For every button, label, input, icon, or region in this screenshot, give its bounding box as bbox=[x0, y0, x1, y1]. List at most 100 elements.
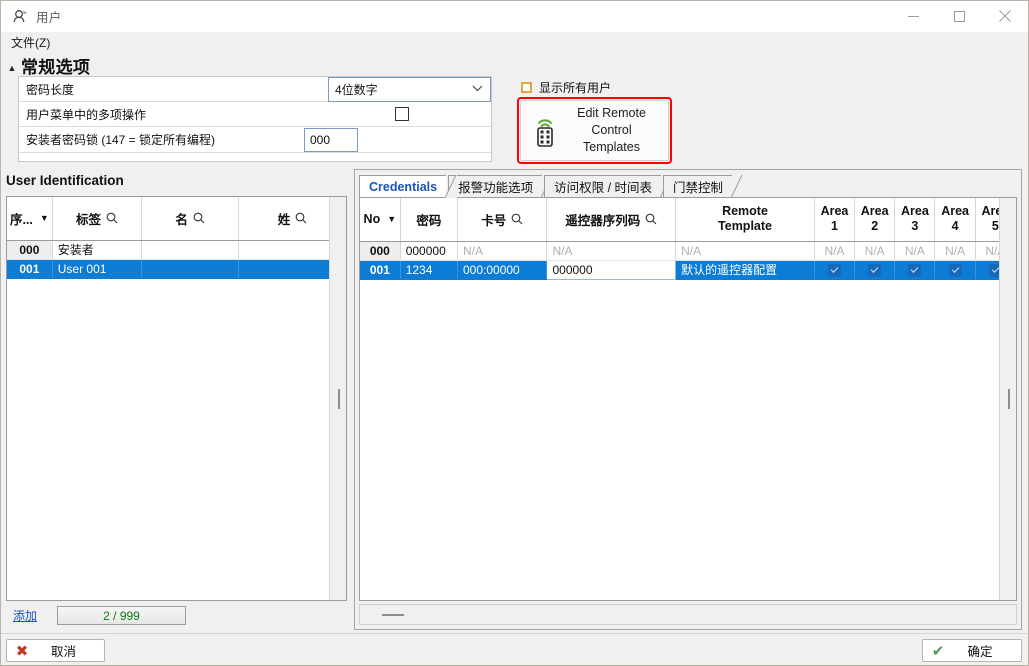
search-icon[interactable] bbox=[511, 213, 523, 225]
cell-firstname[interactable] bbox=[141, 259, 240, 279]
column-label: 遥控器序列码 bbox=[565, 213, 641, 228]
column-header-remote-template[interactable]: Remote Template bbox=[675, 198, 815, 242]
chevron-down-icon[interactable] bbox=[472, 84, 483, 94]
password-length-value: 4位数字 bbox=[335, 82, 378, 97]
password-length-select[interactable]: 4位数字 bbox=[328, 76, 491, 102]
cell-index: 000 bbox=[7, 240, 53, 260]
cell-area-3[interactable]: N/A bbox=[894, 241, 936, 261]
column-header-password[interactable]: 密码 bbox=[400, 198, 459, 242]
erc-line-3: Templates bbox=[583, 140, 640, 154]
show-all-users-row[interactable]: 显示所有用户 bbox=[521, 79, 611, 96]
column-header-area-4[interactable]: Area 4 bbox=[934, 198, 976, 242]
tab-slant bbox=[445, 175, 458, 198]
window-controls bbox=[890, 1, 1028, 32]
search-icon[interactable] bbox=[645, 213, 657, 225]
cell-firstname[interactable] bbox=[141, 240, 240, 260]
cell-password[interactable]: 1234 bbox=[400, 260, 459, 280]
close-button[interactable] bbox=[982, 1, 1028, 32]
cell-remote-template[interactable]: 默认的遥控器配置 bbox=[675, 260, 815, 280]
cell-label[interactable]: 安装者 bbox=[52, 240, 143, 260]
cell-area-4[interactable]: N/A bbox=[934, 241, 976, 261]
cell-remote-serial[interactable]: N/A bbox=[546, 241, 677, 261]
table-row[interactable]: 001 1234 000:00000 000000 默认的遥控器配置 bbox=[360, 259, 1016, 280]
table-header-row: No ▼ 密码 卡号 遥控器序列码 Remote Template Area 1… bbox=[360, 198, 1016, 242]
tab-credentials[interactable]: Credentials bbox=[359, 175, 458, 198]
tab-slant bbox=[731, 175, 744, 198]
column-header-no[interactable]: No ▼ bbox=[360, 198, 401, 242]
maximize-button[interactable] bbox=[936, 1, 982, 32]
vertical-scrollbar[interactable] bbox=[999, 198, 1016, 600]
add-user-link[interactable]: 添加 bbox=[13, 607, 37, 624]
installer-code-lock-input[interactable]: 000 bbox=[304, 127, 358, 152]
cancel-button-label: 取消 bbox=[50, 645, 76, 659]
option-control: 000 bbox=[304, 127, 491, 152]
scrollbar-thumb[interactable] bbox=[338, 388, 340, 409]
table-row[interactable]: 000 安装者 bbox=[7, 240, 346, 260]
column-header-label[interactable]: 标签 bbox=[52, 197, 143, 241]
column-header-area-3[interactable]: Area 3 bbox=[894, 198, 936, 242]
tab-label: 门禁控制 bbox=[673, 181, 724, 195]
cell-area-2[interactable] bbox=[854, 260, 896, 280]
horizontal-scrollbar[interactable] bbox=[359, 604, 1017, 625]
column-label: Area 3 bbox=[900, 204, 929, 234]
search-icon[interactable] bbox=[295, 212, 307, 224]
cell-area-1[interactable] bbox=[814, 260, 856, 280]
menu-item-file[interactable]: 文件(Z) bbox=[1, 32, 56, 53]
scrollbar-thumb[interactable] bbox=[1008, 389, 1010, 409]
ok-button-label: 确定 bbox=[967, 645, 993, 659]
cancel-button[interactable]: ✖ 取消 bbox=[6, 639, 105, 662]
cell-area-4[interactable] bbox=[934, 260, 976, 280]
column-header-remote-serial[interactable]: 遥控器序列码 bbox=[546, 198, 677, 242]
checkmark-icon bbox=[868, 263, 882, 277]
option-label: 安装者密码锁 (147 = 锁定所有编程) bbox=[26, 133, 216, 147]
tab-access-schedule[interactable]: 访问权限 / 时间表 bbox=[544, 175, 673, 198]
scrollbar-thumb[interactable] bbox=[382, 614, 404, 616]
cell-area-1[interactable]: N/A bbox=[814, 241, 856, 261]
installer-code-lock-value: 000 bbox=[310, 132, 331, 147]
general-options-title: 常规选项 bbox=[21, 58, 91, 77]
general-options-header[interactable]: ▲ 常规选项 bbox=[5, 53, 90, 78]
column-label: 卡号 bbox=[481, 213, 507, 228]
cell-label[interactable]: User 001 bbox=[52, 259, 143, 279]
vertical-scrollbar[interactable] bbox=[329, 197, 346, 600]
sort-desc-icon[interactable]: ▼ bbox=[40, 213, 49, 223]
cell-index: 001 bbox=[7, 259, 53, 279]
minimize-button[interactable] bbox=[890, 1, 936, 32]
cell-remote-template[interactable]: N/A bbox=[675, 241, 815, 261]
table-row[interactable]: 001 User 001 bbox=[7, 259, 346, 279]
column-header-area-2[interactable]: Area 2 bbox=[854, 198, 896, 242]
cell-card[interactable]: 000:00000 bbox=[457, 260, 548, 280]
tab-label: Credentials bbox=[369, 179, 438, 194]
column-label: 序... bbox=[9, 212, 33, 227]
column-label: 标签 bbox=[76, 212, 102, 227]
tab-alarm-options[interactable]: 报警功能选项 bbox=[448, 175, 554, 198]
menu-bar: 文件(Z) bbox=[1, 32, 1028, 53]
user-table: 序... ▼ 标签 名 姓 000 安装者 001 User 001 bbox=[7, 197, 346, 279]
search-icon[interactable] bbox=[106, 212, 118, 224]
column-header-card-number[interactable]: 卡号 bbox=[457, 198, 548, 242]
column-header-index[interactable]: 序... ▼ bbox=[7, 197, 53, 241]
tab-label: 报警功能选项 bbox=[458, 181, 534, 195]
erc-line-2: Control bbox=[591, 123, 632, 137]
column-header-area-1[interactable]: Area 1 bbox=[814, 198, 856, 242]
column-label: 姓 bbox=[277, 212, 291, 227]
general-options-panel: 密码长度 4位数字 用户菜单中的多项操作 安装者密码锁 (147 = 锁定所有编… bbox=[18, 76, 492, 162]
cell-area-3[interactable] bbox=[894, 260, 936, 280]
tab-access-control[interactable]: 门禁控制 bbox=[663, 175, 744, 198]
search-icon[interactable] bbox=[193, 212, 205, 224]
title-bar: 用户 bbox=[1, 1, 1028, 32]
table-row[interactable]: 000 000000 N/A N/A N/A N/A N/A N/A N/A N… bbox=[360, 241, 1016, 261]
collapse-arrow-icon[interactable]: ▲ bbox=[5, 64, 19, 73]
column-header-firstname[interactable]: 名 bbox=[141, 197, 240, 241]
checkmark-icon bbox=[948, 263, 962, 277]
cell-password[interactable]: 000000 bbox=[400, 241, 459, 261]
ok-button[interactable]: ✔ 确定 bbox=[922, 639, 1022, 662]
show-all-users-checkbox[interactable] bbox=[521, 82, 532, 93]
option-control bbox=[395, 102, 491, 126]
cell-area-2[interactable]: N/A bbox=[854, 241, 896, 261]
edit-remote-control-templates-button[interactable]: Edit Remote Control Templates bbox=[520, 100, 669, 161]
multi-action-checkbox[interactable] bbox=[395, 107, 409, 121]
cell-remote-serial[interactable]: 000000 bbox=[546, 259, 677, 280]
sort-desc-icon[interactable]: ▼ bbox=[387, 214, 396, 224]
cell-card[interactable]: N/A bbox=[457, 241, 548, 261]
